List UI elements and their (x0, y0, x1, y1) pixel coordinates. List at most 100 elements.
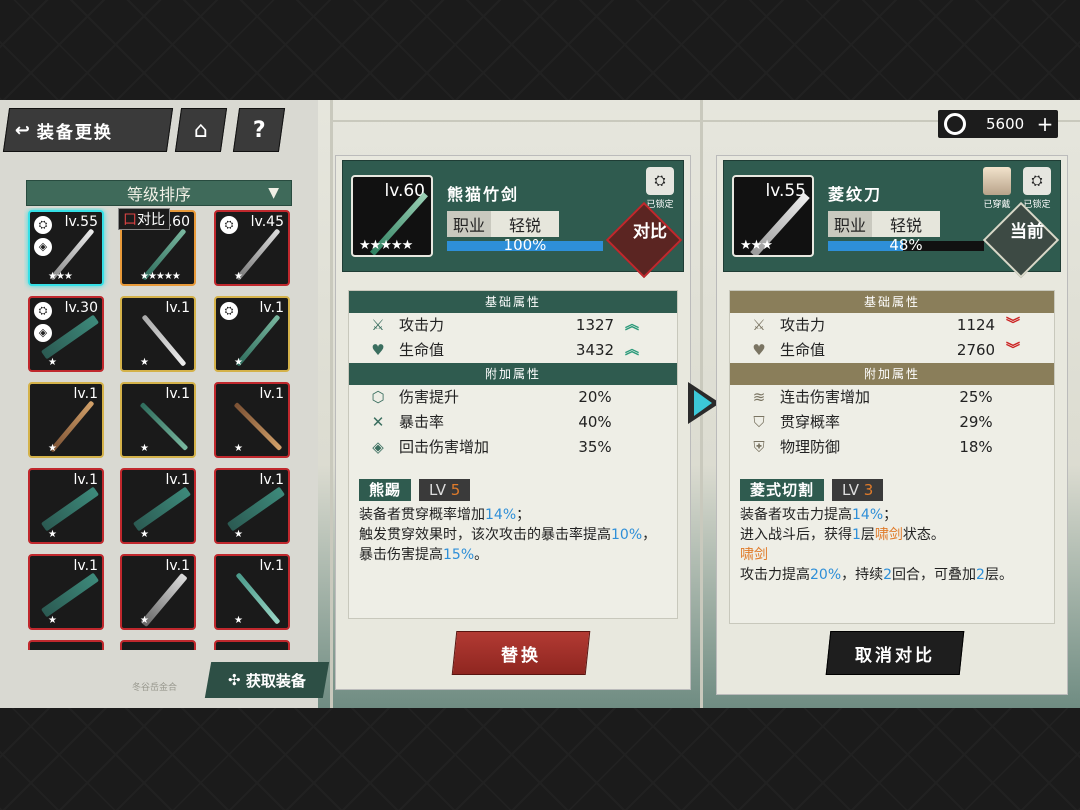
slot-stars: ★ (48, 529, 57, 540)
attr-row: ⛉ 贯穿概率 29% (730, 410, 1054, 435)
skill-desc-line: 攻击力提高20%，持续2回合，可叠加2层。 (740, 565, 1044, 585)
equipment-slot[interactable]: lv.1 ★ (28, 468, 104, 544)
help-button[interactable]: ? (232, 108, 286, 152)
counter-icon: ◈ (372, 438, 384, 456)
weapon-icon (132, 486, 192, 532)
weapon-icon (141, 314, 187, 367)
decrease-icon: ︾ (1006, 317, 1020, 333)
attr-name: 物理防御 (780, 438, 841, 456)
equipment-slot[interactable]: lv.1 ★ (120, 382, 196, 458)
equipment-slot[interactable]: lv.1 ★ (120, 554, 196, 630)
job-row: 职业 轻锐 (828, 211, 941, 237)
compare-tag-icon: 口 (123, 212, 137, 228)
slot-stars: ★ (234, 357, 243, 368)
skill-text: 装备者贯穿概率增加 (359, 507, 485, 523)
progress-text: 100% (503, 236, 547, 254)
progress-text: 48% (889, 236, 923, 254)
increase-icon: ︽ (625, 342, 639, 358)
replace-button[interactable]: 替换 (451, 631, 591, 675)
home-button[interactable]: ⌂ (174, 108, 228, 152)
slot-stars: ★ (48, 615, 57, 626)
weapon-portrait: lv.55 ★★★ (732, 175, 814, 257)
slot-level: lv.55 (64, 214, 98, 230)
home-icon: ⌂ (194, 117, 208, 143)
attr-row: ⛨ 物理防御 18% (730, 435, 1054, 460)
equipment-slot[interactable]: lv.1 ★ (120, 468, 196, 544)
equipment-slot[interactable]: ⛭ ◈ lv.30 ★ (28, 296, 104, 372)
attr-value: 20% (578, 388, 612, 406)
cancel-compare-button[interactable]: 取消对比 (825, 631, 965, 675)
sort-dropdown[interactable]: 等级排序 ▼ (26, 180, 292, 206)
equipment-slot[interactable]: lv.1 ★ (214, 382, 290, 458)
attr-row: ⚔ 攻击力 1327 ︽ (349, 313, 677, 338)
watermark: 冬谷岳金合 (132, 683, 178, 693)
base-attr-title: 基础属性 (349, 291, 677, 313)
attr-name: 生命值 (780, 341, 826, 359)
weapon-icon (235, 228, 281, 281)
weapon-stars: ★★★★★ (359, 238, 413, 253)
skill-text: 攻击力提高 (740, 567, 810, 583)
lock-toggle[interactable]: ⛭ 已锁定 (1020, 167, 1054, 210)
slot-stars: ★ (234, 443, 243, 454)
attr-row: ⚔ 攻击力 1124 ︾ (730, 313, 1054, 338)
pierce-icon: ⛉ (753, 413, 765, 431)
selected-equipment-card: lv.60 ★★★★★ 熊猫竹剑 职业 轻锐 100% ⛭ 已锁定 对比 基础属… (335, 155, 691, 690)
back-button[interactable]: ↩ 装备更换 (2, 108, 174, 152)
add-currency-button[interactable]: + (1032, 112, 1058, 136)
lock-toggle[interactable]: ⛭ 已锁定 (643, 167, 677, 210)
damage-boost-icon: ⬡ (371, 388, 385, 406)
job-value: 轻锐 (872, 211, 941, 237)
skill-keyword: 啸剑 (874, 527, 903, 543)
current-badge-label: 当前 (1010, 222, 1045, 243)
worn-icon: ◈ (34, 324, 52, 342)
equipment-slot[interactable]: ⛭ ◈ lv.55 ★★★ (28, 210, 104, 286)
attribute-panel: 基础属性 ⚔ 攻击力 1124 ︾ ♥ 生命值 2760 ︾ 附加属性 ≋ 连击… (729, 290, 1055, 624)
equipment-slot[interactable] (120, 640, 196, 650)
job-value: 轻锐 (491, 211, 560, 237)
equipment-slot[interactable] (28, 640, 104, 650)
attr-row: ♥ 生命值 2760 ︾ (730, 338, 1054, 363)
attr-row: ≋ 连击伤害增加 25% (730, 385, 1054, 410)
skill-text: 层。 (984, 567, 1013, 583)
slot-level: lv.1 (73, 472, 98, 488)
back-arrow-icon: ↩ (15, 119, 33, 141)
attr-value: 18% (959, 438, 993, 456)
wearer-avatar: 已穿戴 (982, 167, 1012, 210)
equipment-slot[interactable]: lv.1 ★ (120, 296, 196, 372)
skill-desc-line: 进入战斗后，获得1层啸剑状态。 (740, 525, 1044, 545)
attr-value: 29% (959, 413, 993, 431)
equipment-slot[interactable]: lv.1 ★ (214, 468, 290, 544)
get-equipment-button[interactable]: ✣ 获取装备 (204, 662, 330, 698)
slot-level: lv.1 (165, 472, 190, 488)
card-header: lv.55 ★★★ 菱纹刀 职业 轻锐 48% 已穿戴 ⛭ 已锁定 当前 (723, 160, 1061, 279)
slot-level: lv.1 (259, 472, 284, 488)
heart-icon: ♥ (752, 341, 766, 359)
attr-value: 2760 (956, 341, 996, 359)
bottom-letterbox (0, 708, 1080, 810)
equipment-slot[interactable]: lv.1 ★ (28, 554, 104, 630)
heart-icon: ♥ (371, 341, 385, 359)
job-label: 职业 (828, 211, 873, 237)
skill-level: LV 3 (832, 479, 884, 501)
lock-icon: ⛭ (34, 216, 52, 234)
equipment-slot[interactable]: lv.1 ★ (214, 554, 290, 630)
compare-tag: 口对比 (118, 208, 170, 230)
replace-label: 替换 (501, 645, 541, 666)
equipment-slot[interactable]: ⛭ lv.45 ★ (214, 210, 290, 286)
slot-level: lv.1 (259, 300, 284, 316)
weapon-icon (40, 486, 100, 532)
skill-number: 1 (852, 527, 861, 543)
attr-name: 攻击力 (399, 316, 445, 334)
skill-desc-line: 触发贯穿效果时，该次攻击的暴击率提高10%，暴击伤害提高15%。 (359, 525, 667, 565)
skill-level-label: LV (429, 481, 446, 499)
skill-name: 熊踢 (359, 479, 412, 501)
skill-text: ，持续 (841, 567, 884, 583)
equipment-slot[interactable] (214, 640, 290, 650)
slot-stars: ★ (234, 529, 243, 540)
attr-name: 伤害提升 (399, 388, 460, 406)
equipment-slot[interactable]: ⛭ lv.1 ★ (214, 296, 290, 372)
equipment-slot[interactable]: lv.1 ★ (28, 382, 104, 458)
attr-row: ◈ 回击伤害增加 35% (349, 435, 677, 460)
skill-text: ； (516, 507, 531, 523)
skill-text: ； (883, 507, 898, 523)
